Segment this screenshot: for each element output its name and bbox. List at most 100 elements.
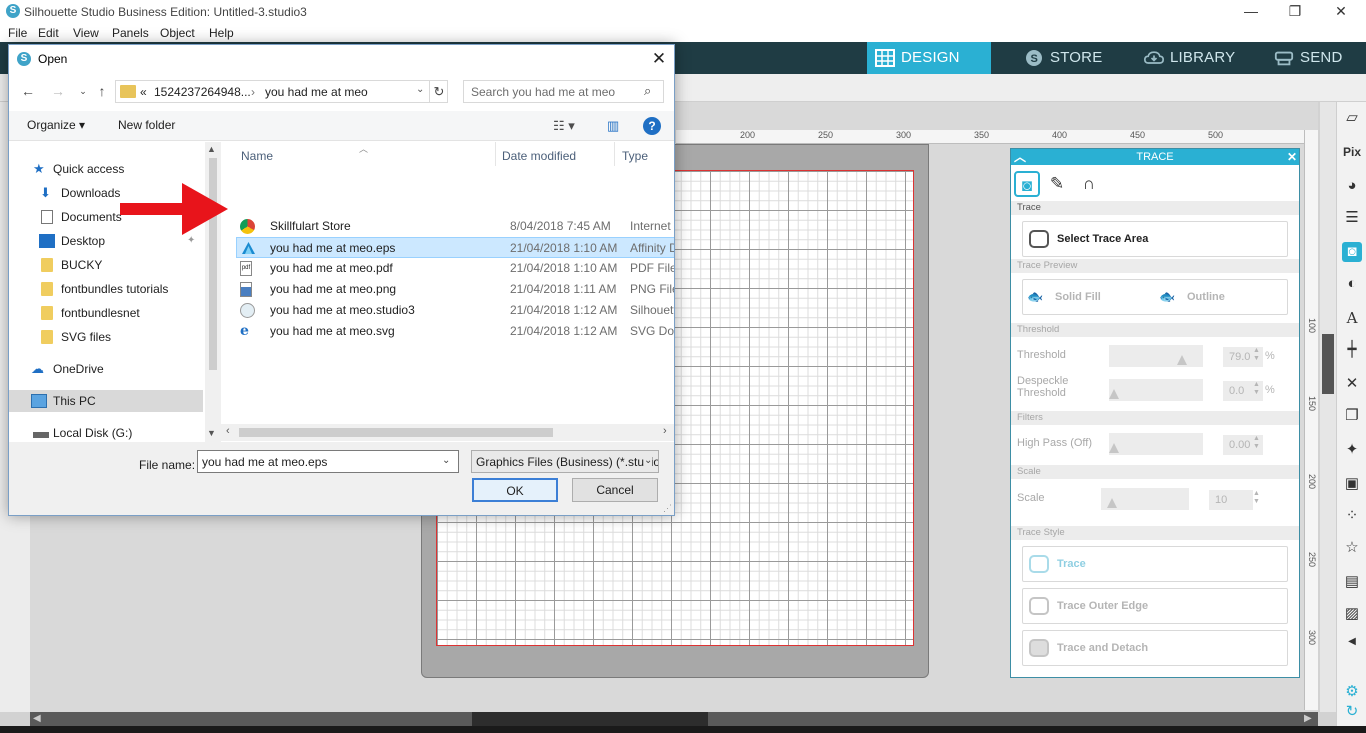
magnet-icon[interactable]: ∩ xyxy=(1076,171,1102,197)
up-arrow-icon[interactable]: ↑ xyxy=(92,81,112,101)
preview-pane-icon[interactable]: ▥ xyxy=(607,118,619,134)
help-button[interactable]: ? xyxy=(643,117,661,135)
restore-button[interactable]: ❐ xyxy=(1272,0,1318,24)
layers-icon[interactable]: ▤ xyxy=(1342,572,1362,592)
search-box[interactable]: Search you had me at meo ⌕ xyxy=(463,80,664,103)
column-header-name[interactable]: Name xyxy=(241,149,273,163)
high-pass-slider[interactable] xyxy=(1109,433,1203,455)
trace-shape-icon[interactable]: ◙ xyxy=(1014,171,1040,197)
ok-button[interactable]: OK xyxy=(472,478,558,502)
scroll-left-icon[interactable]: ‹ xyxy=(226,425,230,437)
trace-panel-icon[interactable]: ◙ xyxy=(1342,242,1362,262)
vertical-scroll-thumb[interactable] xyxy=(1322,334,1334,394)
nav-local-disk-g[interactable]: Local Disk (G:) xyxy=(9,422,203,444)
menu-panels[interactable]: Panels xyxy=(112,26,149,40)
breadcrumb-separator[interactable]: › xyxy=(251,85,255,99)
offset-icon[interactable]: ▣ xyxy=(1342,474,1362,494)
vertical-scrollbar[interactable] xyxy=(1320,102,1336,712)
file-row[interactable]: e you had me at meo.svg 21/04/2018 1:12 … xyxy=(236,321,674,342)
breadcrumb-current[interactable]: you had me at meo xyxy=(265,85,368,99)
tab-library[interactable]: LIBRARY xyxy=(1136,42,1252,74)
file-list-horizontal-scrollbar[interactable]: ‹ › xyxy=(221,424,674,441)
transform-icon[interactable]: ✕ xyxy=(1342,374,1362,394)
file-name-input[interactable]: you had me at meo.eps ⌄ xyxy=(197,450,459,473)
chevron-down-icon[interactable]: ⌄ xyxy=(644,455,653,466)
align-icon[interactable]: ┿ xyxy=(1342,340,1362,360)
file-list-scroll-thumb[interactable] xyxy=(239,428,553,437)
collapse-panel-icon[interactable]: ︿ xyxy=(1014,149,1026,165)
menu-edit[interactable]: Edit xyxy=(38,26,59,40)
nav-folder-fontbundles-tutorials[interactable]: fontbundles tutorials xyxy=(9,278,203,300)
scroll-right-icon[interactable]: › xyxy=(663,425,667,437)
file-type-select[interactable]: Graphics Files (Business) (*.studio3 ⌄ xyxy=(471,450,659,473)
contrast-icon[interactable]: ◐ xyxy=(1342,274,1362,294)
page-setup-icon[interactable]: ▱ xyxy=(1342,108,1362,128)
tab-design[interactable]: DESIGN xyxy=(867,42,991,74)
trace-and-detach-button[interactable]: Trace and Detach xyxy=(1022,630,1288,666)
nav-folder-bucky[interactable]: BUCKY xyxy=(9,254,203,276)
close-panel-icon[interactable]: ✕ xyxy=(1287,149,1297,165)
text-style-icon[interactable]: A xyxy=(1342,308,1362,328)
address-dropdown-icon[interactable]: ⌄ xyxy=(416,84,424,95)
file-row[interactable]: Skillfulart Store 8/04/2018 7:45 AM Inte… xyxy=(236,216,674,237)
despeckle-spinner[interactable]: ▲ ▼ xyxy=(1253,381,1260,397)
menu-help[interactable]: Help xyxy=(209,26,234,40)
slider-knob[interactable] xyxy=(1109,389,1119,399)
column-header-type[interactable]: Type xyxy=(622,149,648,163)
forward-arrow-icon[interactable]: → xyxy=(48,81,68,101)
view-options-icon[interactable]: ☷ ▾ xyxy=(553,118,575,134)
file-row[interactable]: you had me at meo.studio3 21/04/2018 1:1… xyxy=(236,300,674,321)
address-bar[interactable]: « 1524237264948... › you had me at meo ⌄… xyxy=(115,80,448,103)
resize-grip-icon[interactable]: ⋰ xyxy=(663,503,672,514)
scale-slider[interactable] xyxy=(1101,488,1189,510)
cancel-button[interactable]: Cancel xyxy=(572,478,658,502)
high-pass-spinner[interactable]: ▲ ▼ xyxy=(1253,435,1260,451)
file-row[interactable]: pdf you had me at meo.pdf 21/04/2018 1:1… xyxy=(236,258,674,279)
new-folder-button[interactable]: New folder xyxy=(118,118,175,132)
column-divider[interactable] xyxy=(495,142,496,166)
library-star-icon[interactable]: ☆ xyxy=(1342,538,1362,558)
line-style-icon[interactable]: ☰ xyxy=(1342,208,1362,228)
scale-value[interactable]: 10 xyxy=(1209,490,1253,510)
slider-knob[interactable] xyxy=(1177,355,1187,365)
nav-onedrive[interactable]: ☁ OneDrive xyxy=(9,358,203,380)
breadcrumb-overflow[interactable]: « xyxy=(140,85,147,99)
pixscan-icon[interactable]: Pix xyxy=(1342,142,1362,162)
dialog-close-button[interactable]: ✕ xyxy=(645,48,673,70)
menu-object[interactable]: Object xyxy=(160,26,195,40)
collapse-arrow-icon[interactable]: ◀ xyxy=(1342,632,1362,652)
scroll-up-icon[interactable]: ▲ xyxy=(207,144,216,154)
nav-folder-svg-files[interactable]: SVG files xyxy=(9,326,203,348)
palette-icon[interactable]: ◕ xyxy=(1342,176,1362,196)
file-row-selected[interactable]: you had me at meo.eps 21/04/2018 1:10 AM… xyxy=(236,237,674,258)
refresh-icon[interactable]: ↻ xyxy=(429,81,448,102)
chevron-down-icon[interactable]: ⌄ xyxy=(442,455,450,466)
organize-button[interactable]: Organize ▾ xyxy=(27,118,85,132)
column-divider[interactable] xyxy=(614,142,615,166)
fill-pattern-icon[interactable]: ▨ xyxy=(1342,604,1362,624)
slider-knob[interactable] xyxy=(1107,498,1117,508)
replicate-icon[interactable]: ❐ xyxy=(1342,406,1362,426)
settings-gear-icon[interactable]: ⚙ xyxy=(1342,682,1362,702)
menu-file[interactable]: File xyxy=(8,26,27,40)
menu-view[interactable]: View xyxy=(73,26,99,40)
minimize-button[interactable]: — xyxy=(1228,0,1274,24)
scroll-down-icon[interactable]: ▼ xyxy=(207,428,216,438)
select-trace-area-button[interactable]: Select Trace Area xyxy=(1022,221,1288,257)
nav-this-pc[interactable]: This PC xyxy=(9,390,203,412)
file-row[interactable]: you had me at meo.png 21/04/2018 1:11 AM… xyxy=(236,279,674,300)
close-window-button[interactable]: ✕ xyxy=(1318,0,1364,24)
scroll-left-icon[interactable]: ◀ xyxy=(33,713,41,724)
scroll-right-icon[interactable]: ▶ xyxy=(1304,713,1312,724)
refresh-icon[interactable]: ↻ xyxy=(1342,702,1362,722)
sketch-icon[interactable]: ⁘ xyxy=(1342,506,1362,526)
despeckle-slider[interactable] xyxy=(1109,379,1203,401)
outline-button[interactable]: 🐟 Outline xyxy=(1159,279,1319,315)
trace-outer-edge-button[interactable]: Trace Outer Edge xyxy=(1022,588,1288,624)
scale-spinner[interactable]: ▲ ▼ xyxy=(1253,490,1260,506)
horizontal-scrollbar[interactable]: ◀ ▶ xyxy=(30,712,1318,726)
breadcrumb-segment[interactable]: 1524237264948... xyxy=(154,85,251,99)
search-icon[interactable]: ⌕ xyxy=(644,83,651,99)
trace-panel-header[interactable]: ︿ TRACE ✕ xyxy=(1011,149,1299,165)
tab-send[interactable]: SEND xyxy=(1266,42,1366,74)
